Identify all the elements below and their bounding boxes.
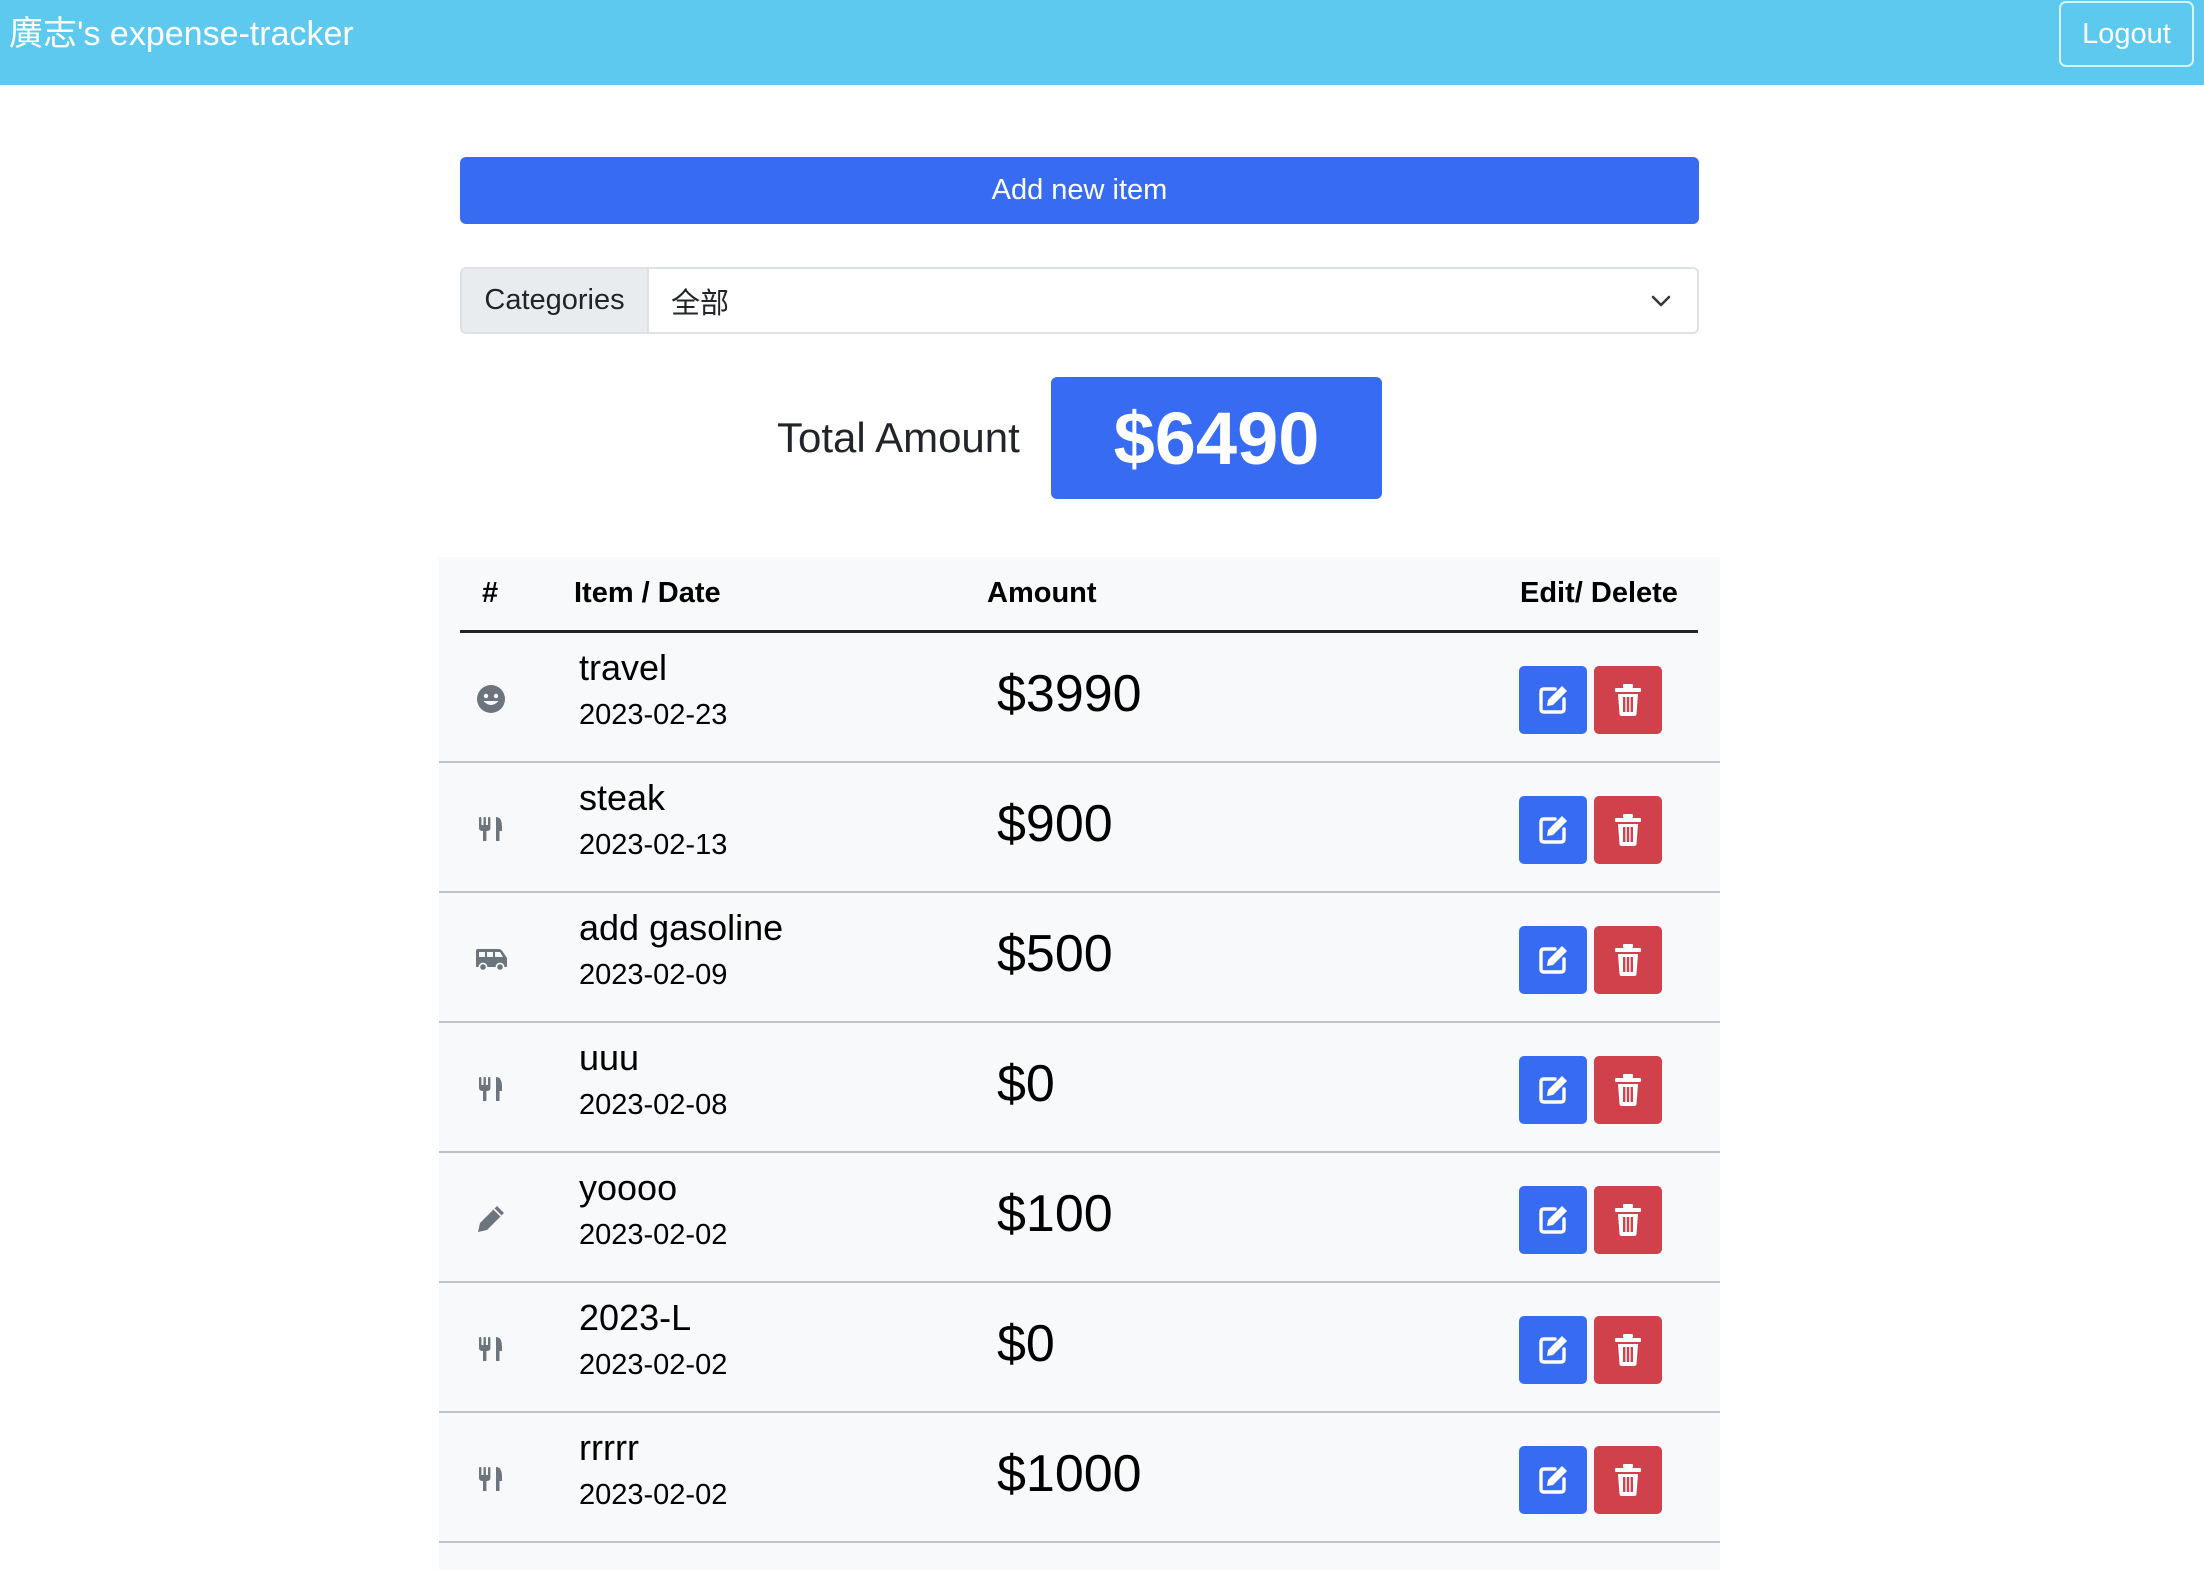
edit-icon bbox=[1539, 686, 1567, 714]
edit-button[interactable] bbox=[1519, 1186, 1587, 1254]
table-row: yoooo 2023-02-02 $100 bbox=[439, 1153, 1720, 1283]
item-amount: $100 bbox=[997, 1185, 1113, 1243]
utensils-icon bbox=[473, 1071, 509, 1107]
edit-icon bbox=[1539, 816, 1567, 844]
trash-icon bbox=[1615, 814, 1641, 846]
edit-button[interactable] bbox=[1519, 666, 1587, 734]
edit-button[interactable] bbox=[1519, 796, 1587, 864]
table-row: 2023-L 2023-02-02 $0 bbox=[439, 1283, 1720, 1413]
item-date: 2023-02-02 bbox=[579, 1479, 728, 1511]
add-new-item-button[interactable]: Add new item bbox=[460, 157, 1699, 224]
item-name: uuu bbox=[579, 1037, 640, 1078]
table-row: rrrrr 2023-02-02 $1000 bbox=[439, 1413, 1720, 1543]
item-date: 2023-02-23 bbox=[579, 699, 728, 731]
delete-button[interactable] bbox=[1594, 666, 1662, 734]
category-select-value: 全部 bbox=[671, 287, 730, 320]
table-header: # Item / Date Amount Edit/ Delete bbox=[439, 557, 1720, 633]
header-item-date: Item / Date bbox=[574, 577, 721, 609]
trash-icon bbox=[1615, 1204, 1641, 1236]
trash-icon bbox=[1615, 1464, 1641, 1496]
edit-button[interactable] bbox=[1519, 1316, 1587, 1384]
item-name: travel bbox=[579, 647, 668, 688]
trash-icon bbox=[1615, 684, 1641, 716]
trash-icon bbox=[1615, 1334, 1641, 1366]
table-row: uuu 2023-02-08 $0 bbox=[439, 1023, 1720, 1153]
delete-button[interactable] bbox=[1594, 1186, 1662, 1254]
logout-button[interactable]: Logout bbox=[2059, 1, 2194, 67]
edit-button[interactable] bbox=[1519, 1446, 1587, 1514]
item-date: 2023-02-09 bbox=[579, 959, 728, 991]
item-name: steak bbox=[579, 777, 666, 818]
item-amount: $1000 bbox=[997, 1445, 1142, 1503]
category-filter-label: Categories bbox=[462, 269, 649, 332]
total-amount-value: $6490 bbox=[1051, 377, 1382, 499]
delete-button[interactable] bbox=[1594, 1316, 1662, 1384]
item-date: 2023-02-08 bbox=[579, 1089, 728, 1121]
brand-title[interactable]: 廣志's expense-tracker bbox=[9, 14, 354, 54]
pencil-icon bbox=[473, 1201, 509, 1237]
delete-button[interactable] bbox=[1594, 796, 1662, 864]
delete-button[interactable] bbox=[1594, 1056, 1662, 1124]
header-edit-delete: Edit/ Delete bbox=[1520, 577, 1678, 609]
category-select[interactable]: 全部 bbox=[649, 269, 1697, 332]
expense-table: # Item / Date Amount Edit/ Delete travel… bbox=[439, 557, 1720, 1570]
item-amount: $900 bbox=[997, 795, 1113, 853]
total-amount-label: Total Amount bbox=[777, 414, 1020, 461]
utensils-icon bbox=[473, 811, 509, 847]
edit-icon bbox=[1539, 1336, 1567, 1364]
category-filter: Categories 全部 bbox=[460, 267, 1699, 334]
utensils-icon bbox=[473, 1461, 509, 1497]
item-date: 2023-02-02 bbox=[579, 1219, 728, 1251]
table-row: steak 2023-02-13 $900 bbox=[439, 763, 1720, 893]
header-amount: Amount bbox=[987, 577, 1097, 609]
chevron-down-icon bbox=[1651, 295, 1671, 306]
delete-button[interactable] bbox=[1594, 1446, 1662, 1514]
table-row: add gasoline 2023-02-09 $500 bbox=[439, 893, 1720, 1023]
item-date: 2023-02-02 bbox=[579, 1349, 728, 1381]
table-row: travel 2023-02-23 $3990 bbox=[439, 633, 1720, 763]
item-date: 2023-02-13 bbox=[579, 829, 728, 861]
delete-button[interactable] bbox=[1594, 926, 1662, 994]
utensils-icon bbox=[473, 1331, 509, 1367]
navbar: 廣志's expense-tracker Logout bbox=[0, 0, 2204, 85]
item-amount: $0 bbox=[997, 1315, 1055, 1373]
smile-icon bbox=[473, 681, 509, 717]
edit-icon bbox=[1539, 1206, 1567, 1234]
edit-icon bbox=[1539, 946, 1567, 974]
trash-icon bbox=[1615, 1074, 1641, 1106]
edit-button[interactable] bbox=[1519, 1056, 1587, 1124]
edit-button[interactable] bbox=[1519, 926, 1587, 994]
edit-icon bbox=[1539, 1076, 1567, 1104]
van-icon bbox=[473, 941, 509, 977]
item-name: 2023-L bbox=[579, 1297, 692, 1338]
header-number: # bbox=[482, 577, 499, 609]
item-name: add gasoline bbox=[579, 907, 784, 948]
item-amount: $0 bbox=[997, 1055, 1055, 1113]
item-name: yoooo bbox=[579, 1167, 678, 1208]
edit-icon bbox=[1539, 1466, 1567, 1494]
item-name: rrrrr bbox=[579, 1427, 639, 1468]
trash-icon bbox=[1615, 944, 1641, 976]
item-amount: $3990 bbox=[997, 665, 1142, 723]
item-amount: $500 bbox=[997, 925, 1113, 983]
